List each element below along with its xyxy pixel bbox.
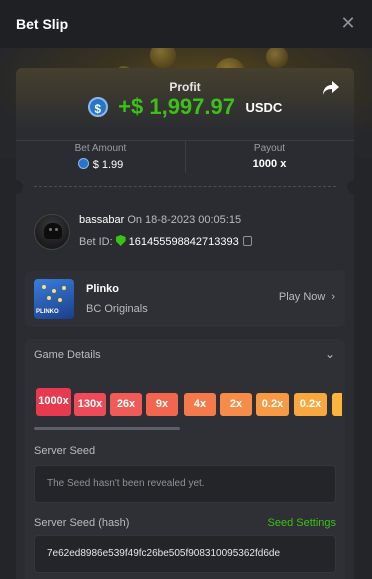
game-card[interactable]: PLINKO Plinko BC Originals Play Now › — [25, 271, 345, 327]
game-details-title: Game Details — [34, 349, 101, 361]
avatar[interactable] — [34, 214, 70, 250]
bet-amount-value: $ 1.99 — [92, 159, 124, 171]
profit-label: Profit — [169, 80, 201, 94]
profit-currency: USDC — [245, 99, 283, 115]
usdc-coin-icon — [77, 158, 89, 169]
thumbnail-peg — [42, 285, 46, 289]
chevron-right-icon: › — [331, 291, 335, 303]
username[interactable]: bassabar — [79, 214, 124, 226]
payout-value: 1000 x — [252, 158, 287, 170]
profit-row: $ +$ 1,997.97 USDC — [16, 94, 354, 120]
bet-slip-modal: Bet Slip ✕ Profit $ +$ 1,997.97 USDC Bet… — [0, 0, 372, 579]
receipt-notch-right — [347, 180, 354, 194]
bet-date: On 18-8-2023 00:05:15 — [127, 214, 242, 226]
share-icon[interactable] — [322, 80, 342, 98]
close-icon[interactable]: ✕ — [338, 13, 358, 33]
game-thumbnail: PLINKO — [34, 279, 74, 319]
play-now-button[interactable]: Play Now › — [279, 291, 335, 303]
game-thumbnail-logo: PLINKO — [36, 309, 59, 315]
game-provider: BC Originals — [86, 303, 148, 315]
bet-amount-stat: Bet Amount $ 1.99 — [16, 143, 185, 171]
seed-settings-link[interactable]: Seed Settings — [268, 517, 337, 529]
game-name: Plinko — [86, 283, 120, 295]
chevron-down-icon[interactable]: ⌄ — [325, 347, 335, 361]
thumbnail-peg — [58, 298, 62, 302]
bet-id-label: Bet ID: — [79, 236, 113, 248]
multiplier-scrollbar[interactable] — [34, 427, 180, 430]
multiplier-slot: 9x — [146, 393, 178, 416]
multiplier-slot: 0.2x — [256, 393, 289, 416]
bet-receipt: Profit $ +$ 1,997.97 USDC Bet Amount $ 1… — [16, 68, 354, 579]
user-info: bassabar On 18-8-2023 00:05:15 Bet ID: 16… — [34, 212, 344, 252]
avatar-eye — [49, 228, 52, 231]
multiplier-slot — [332, 393, 342, 416]
multiplier-slot: 130x — [74, 393, 106, 416]
multiplier-slot: 2x — [220, 393, 252, 416]
avatar-figure — [44, 223, 62, 239]
thumbnail-peg — [47, 296, 51, 300]
bet-amount-value-row: $ 1.99 — [16, 158, 185, 171]
profit-value: +$ 1,997.97 — [118, 94, 235, 119]
payout-stat: Payout 1000 x — [185, 143, 354, 170]
verified-shield-icon — [115, 235, 126, 246]
play-now-label: Play Now — [278, 291, 326, 303]
multiplier-slot: 1000x — [36, 388, 71, 416]
server-seed-field[interactable]: The Seed hasn't been revealed yet. — [34, 465, 336, 503]
payout-label: Payout — [253, 143, 286, 154]
server-seed-value: The Seed hasn't been revealed yet. — [47, 478, 205, 489]
multiplier-slot: 0.2x — [294, 393, 327, 416]
server-seed-hash-label: Server Seed (hash) — [34, 517, 130, 529]
usdc-coin-icon: $ — [87, 97, 108, 117]
avatar-eye — [55, 228, 58, 231]
modal-title: Bet Slip — [16, 16, 69, 32]
game-details-panel: Game Details ⌄ 1000x 130x 26x 9x 4x 2x 0… — [25, 339, 345, 579]
copy-icon[interactable] — [242, 236, 252, 246]
thumbnail-peg — [62, 286, 66, 290]
multiplier-row[interactable]: 1000x 130x 26x 9x 4x 2x 0.2x 0.2x — [36, 385, 342, 421]
modal-header: Bet Slip ✕ — [0, 0, 372, 48]
server-seed-hash-field[interactable]: 7e62ed8986e539f49fc26be505f908310095362f… — [34, 535, 336, 573]
coin-decoration — [266, 46, 288, 68]
bet-id-value: 161455598842713393 — [128, 236, 239, 248]
bet-stats: Bet Amount $ 1.99 Payout 1000 x — [16, 140, 354, 176]
user-line: bassabar On 18-8-2023 00:05:15 — [79, 214, 241, 226]
receipt-notch-left — [16, 180, 23, 194]
thumbnail-peg — [52, 289, 56, 293]
multiplier-slot: 4x — [184, 393, 216, 416]
server-seed-label: Server Seed — [34, 445, 96, 457]
bet-amount-label: Bet Amount — [74, 143, 127, 154]
bet-id-line: Bet ID: 161455598842713393 — [79, 235, 252, 248]
receipt-divider — [34, 186, 336, 187]
multiplier-slot: 26x — [110, 393, 142, 416]
server-seed-hash-value: 7e62ed8986e539f49fc26be505f908310095362f… — [47, 548, 281, 559]
